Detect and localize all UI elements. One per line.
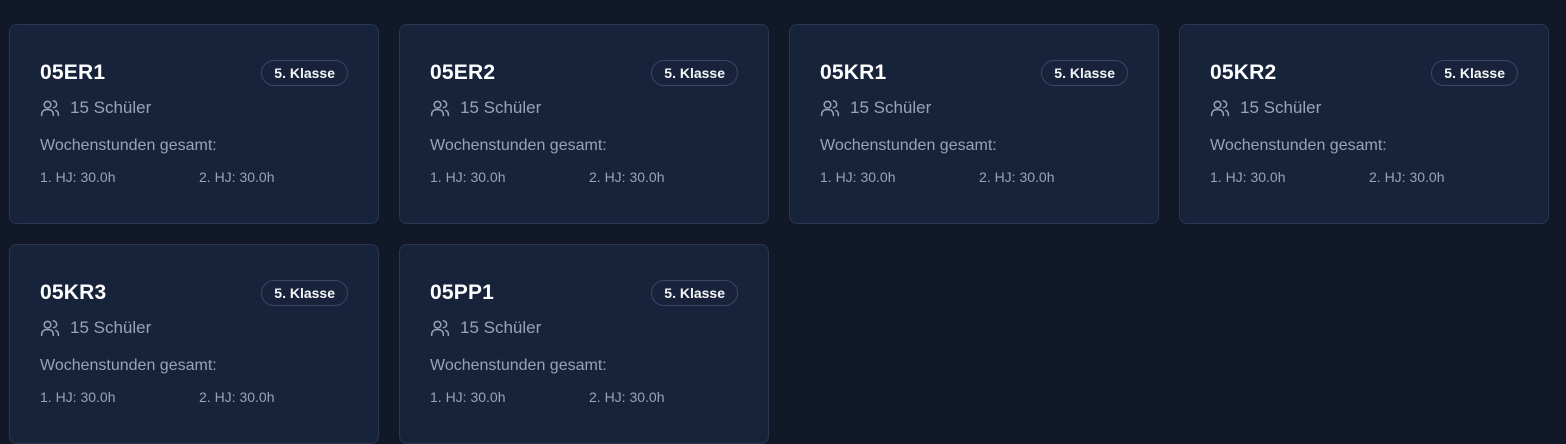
grade-badge: 5. Klasse (651, 60, 738, 86)
users-icon (430, 320, 450, 337)
class-name: 05KR2 (1210, 61, 1277, 84)
student-count: 15 Schüler (40, 317, 348, 339)
users-icon (430, 100, 450, 117)
student-count-label: 15 Schüler (70, 98, 152, 117)
student-count-label: 15 Schüler (70, 318, 152, 337)
card-header: 05KR3 5. Klasse (40, 279, 348, 307)
hours-second-half: 2. HJ: 30.0h (589, 169, 665, 185)
class-name: 05KR1 (820, 61, 887, 84)
users-icon (40, 100, 60, 117)
card-header: 05ER2 5. Klasse (430, 59, 738, 87)
student-count: 15 Schüler (430, 97, 738, 119)
users-icon (40, 320, 60, 337)
weekly-hours-row: 1. HJ: 30.0h 2. HJ: 30.0h (430, 169, 738, 185)
student-count: 15 Schüler (430, 317, 738, 339)
student-count-label: 15 Schüler (460, 98, 542, 117)
hours-first-half: 1. HJ: 30.0h (820, 169, 896, 185)
hours-second-half: 2. HJ: 30.0h (199, 389, 275, 405)
hours-first-half: 1. HJ: 30.0h (430, 169, 506, 185)
hours-second-half: 2. HJ: 30.0h (589, 389, 665, 405)
weekly-hours-row: 1. HJ: 30.0h 2. HJ: 30.0h (40, 389, 348, 405)
grade-badge: 5. Klasse (261, 60, 348, 86)
class-grid: 05ER1 5. Klasse 15 Schüler Wochenstunden… (9, 24, 1549, 444)
weekly-hours-row: 1. HJ: 30.0h 2. HJ: 30.0h (430, 389, 738, 405)
weekly-hours-row: 1. HJ: 30.0h 2. HJ: 30.0h (820, 169, 1128, 185)
grade-badge: 5. Klasse (651, 280, 738, 306)
card-header: 05PP1 5. Klasse (430, 279, 738, 307)
student-count-label: 15 Schüler (850, 98, 932, 117)
users-icon (820, 100, 840, 117)
class-card[interactable]: 05KR3 5. Klasse 15 Schüler Wochenstunden… (9, 244, 379, 444)
class-name: 05ER1 (40, 61, 106, 84)
class-card[interactable]: 05KR1 5. Klasse 15 Schüler Wochenstunden… (789, 24, 1159, 224)
hours-first-half: 1. HJ: 30.0h (40, 169, 116, 185)
hours-first-half: 1. HJ: 30.0h (1210, 169, 1286, 185)
weekly-hours-title: Wochenstunden gesamt: (40, 357, 217, 374)
weekly-hours-title: Wochenstunden gesamt: (430, 137, 607, 154)
weekly-hours-title: Wochenstunden gesamt: (1210, 137, 1387, 154)
users-icon (1210, 100, 1230, 117)
grade-badge: 5. Klasse (1431, 60, 1518, 86)
student-count: 15 Schüler (1210, 97, 1518, 119)
grade-badge: 5. Klasse (261, 280, 348, 306)
card-header: 05ER1 5. Klasse (40, 59, 348, 87)
weekly-hours-row: 1. HJ: 30.0h 2. HJ: 30.0h (1210, 169, 1518, 185)
student-count-label: 15 Schüler (460, 318, 542, 337)
hours-first-half: 1. HJ: 30.0h (430, 389, 506, 405)
grade-badge: 5. Klasse (1041, 60, 1128, 86)
card-header: 05KR2 5. Klasse (1210, 59, 1518, 87)
card-header: 05KR1 5. Klasse (820, 59, 1128, 87)
student-count: 15 Schüler (40, 97, 348, 119)
weekly-hours-title: Wochenstunden gesamt: (430, 357, 607, 374)
student-count: 15 Schüler (820, 97, 1128, 119)
weekly-hours-title: Wochenstunden gesamt: (820, 137, 997, 154)
hours-second-half: 2. HJ: 30.0h (979, 169, 1055, 185)
hours-second-half: 2. HJ: 30.0h (1369, 169, 1445, 185)
hours-second-half: 2. HJ: 30.0h (199, 169, 275, 185)
class-card[interactable]: 05PP1 5. Klasse 15 Schüler Wochenstunden… (399, 244, 769, 444)
class-card[interactable]: 05ER1 5. Klasse 15 Schüler Wochenstunden… (9, 24, 379, 224)
weekly-hours-title: Wochenstunden gesamt: (40, 137, 217, 154)
student-count-label: 15 Schüler (1240, 98, 1322, 117)
class-name: 05ER2 (430, 61, 496, 84)
hours-first-half: 1. HJ: 30.0h (40, 389, 116, 405)
class-card[interactable]: 05ER2 5. Klasse 15 Schüler Wochenstunden… (399, 24, 769, 224)
class-name: 05KR3 (40, 281, 107, 304)
class-name: 05PP1 (430, 281, 495, 304)
weekly-hours-row: 1. HJ: 30.0h 2. HJ: 30.0h (40, 169, 348, 185)
class-card[interactable]: 05KR2 5. Klasse 15 Schüler Wochenstunden… (1179, 24, 1549, 224)
